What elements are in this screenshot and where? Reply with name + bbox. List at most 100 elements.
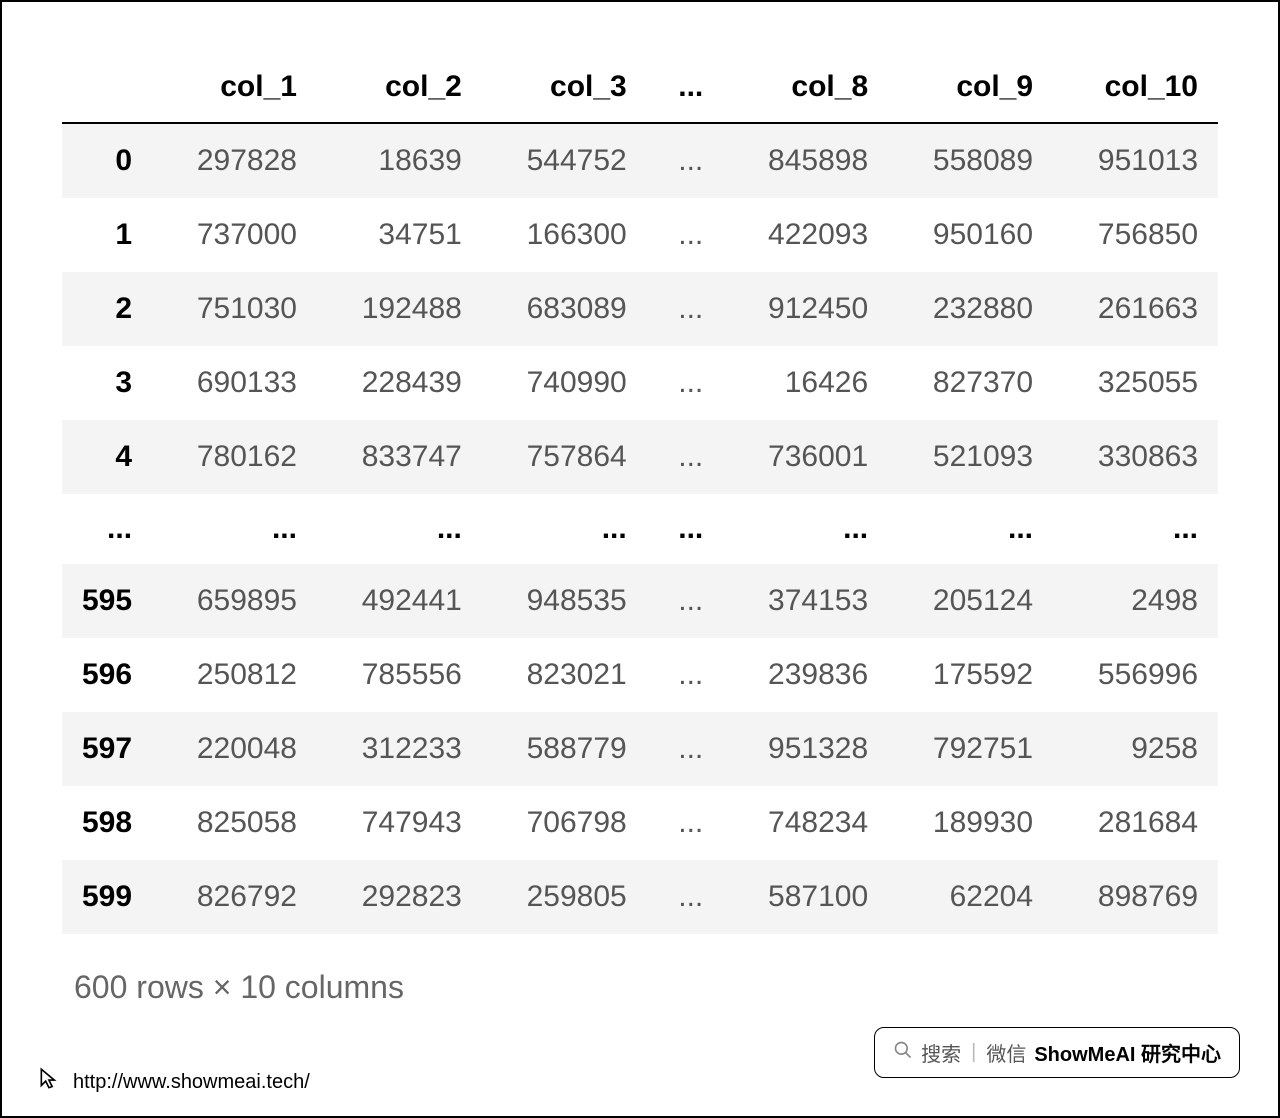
table-cell: 588779 <box>482 712 647 786</box>
table-cell: ... <box>647 420 724 494</box>
column-header: col_2 <box>317 52 482 123</box>
table-cell: ... <box>152 494 317 564</box>
row-index: 2 <box>62 272 152 346</box>
table-cell: 833747 <box>317 420 482 494</box>
table-cell: 175592 <box>888 638 1053 712</box>
table-row: 597220048312233588779...9513287927519258 <box>62 712 1218 786</box>
table-cell: 312233 <box>317 712 482 786</box>
table-cell: ... <box>647 346 724 420</box>
table-cell: 292823 <box>317 860 482 934</box>
table-row: 029782818639544752...845898558089951013 <box>62 123 1218 198</box>
table-cell: 422093 <box>723 198 888 272</box>
table-cell: 374153 <box>723 564 888 638</box>
table-cell: 330863 <box>1053 420 1218 494</box>
table-cell: 757864 <box>482 420 647 494</box>
table-cell: 189930 <box>888 786 1053 860</box>
table-cell: 239836 <box>723 638 888 712</box>
table-cell: 232880 <box>888 272 1053 346</box>
table-cell: 587100 <box>723 860 888 934</box>
table-cell: ... <box>647 860 724 934</box>
table-row: 599826792292823259805...5871006220489876… <box>62 860 1218 934</box>
table-cell: 192488 <box>317 272 482 346</box>
table-cell: 544752 <box>482 123 647 198</box>
table-cell: 521093 <box>888 420 1053 494</box>
table-cell: ... <box>647 638 724 712</box>
table-cell: ... <box>647 564 724 638</box>
table-cell: 556996 <box>1053 638 1218 712</box>
table-cell: 736001 <box>723 420 888 494</box>
table-row: 3690133228439740990...16426827370325055 <box>62 346 1218 420</box>
column-header: ... <box>647 52 724 123</box>
badge-divider: | <box>971 1041 976 1064</box>
table-cell: 259805 <box>482 860 647 934</box>
table-cell: 898769 <box>1053 860 1218 934</box>
column-header: col_9 <box>888 52 1053 123</box>
table-cell: 9258 <box>1053 712 1218 786</box>
table-cell: ... <box>647 123 724 198</box>
row-index: 3 <box>62 346 152 420</box>
table-row: 173700034751166300...422093950160756850 <box>62 198 1218 272</box>
cursor-icon <box>37 1066 63 1098</box>
table-cell: 690133 <box>152 346 317 420</box>
badge-wechat-label: 微信 <box>986 1038 1026 1067</box>
table-cell: 792751 <box>888 712 1053 786</box>
table-row: 2751030192488683089...912450232880261663 <box>62 272 1218 346</box>
table-cell: ... <box>723 494 888 564</box>
table-cell: 34751 <box>317 198 482 272</box>
table-cell: ... <box>647 494 724 564</box>
table-cell: 737000 <box>152 198 317 272</box>
row-index: 4 <box>62 420 152 494</box>
table-cell: 2498 <box>1053 564 1218 638</box>
search-badge[interactable]: 搜索 | 微信 ShowMeAI 研究中心 <box>874 1027 1240 1078</box>
badge-search-label: 搜索 <box>921 1038 961 1067</box>
table-cell: 250812 <box>152 638 317 712</box>
table-cell: ... <box>647 712 724 786</box>
table-cell: 261663 <box>1053 272 1218 346</box>
table-cell: 948535 <box>482 564 647 638</box>
table-cell: 748234 <box>723 786 888 860</box>
table-cell: 228439 <box>317 346 482 420</box>
table-cell: 659895 <box>152 564 317 638</box>
table-cell: 220048 <box>152 712 317 786</box>
footer-link[interactable]: http://www.showmeai.tech/ <box>37 1066 310 1098</box>
table-cell: 62204 <box>888 860 1053 934</box>
table-cell: ... <box>647 786 724 860</box>
table-cell: 16426 <box>723 346 888 420</box>
table-cell: 492441 <box>317 564 482 638</box>
table-header-row: col_1 col_2 col_3 ... col_8 col_9 col_10 <box>62 52 1218 123</box>
table-cell: 827370 <box>888 346 1053 420</box>
row-index: 595 <box>62 564 152 638</box>
table-cell: 18639 <box>317 123 482 198</box>
table-row: 598825058747943706798...7482341899302816… <box>62 786 1218 860</box>
table-cell: 912450 <box>723 272 888 346</box>
column-header: col_1 <box>152 52 317 123</box>
column-header: col_10 <box>1053 52 1218 123</box>
dataframe-shape: 600 rows × 10 columns <box>74 969 1218 1006</box>
badge-brand: ShowMeAI 研究中心 <box>1034 1038 1221 1067</box>
table-cell: ... <box>888 494 1053 564</box>
table-cell: ... <box>1053 494 1218 564</box>
table-row: 596250812785556823021...2398361755925569… <box>62 638 1218 712</box>
table-cell: 706798 <box>482 786 647 860</box>
table-cell: 951328 <box>723 712 888 786</box>
row-index: ... <box>62 494 152 564</box>
column-header: col_3 <box>482 52 647 123</box>
row-index: 598 <box>62 786 152 860</box>
table-cell: 205124 <box>888 564 1053 638</box>
table-row: 4780162833747757864...736001521093330863 <box>62 420 1218 494</box>
table-cell: 281684 <box>1053 786 1218 860</box>
row-index: 1 <box>62 198 152 272</box>
table-cell: 297828 <box>152 123 317 198</box>
table-cell: ... <box>482 494 647 564</box>
table-cell: 325055 <box>1053 346 1218 420</box>
table-cell: ... <box>647 198 724 272</box>
table-row: ........................ <box>62 494 1218 564</box>
table-cell: 780162 <box>152 420 317 494</box>
table-cell: 951013 <box>1053 123 1218 198</box>
row-index: 0 <box>62 123 152 198</box>
table-cell: 823021 <box>482 638 647 712</box>
table-cell: 740990 <box>482 346 647 420</box>
row-index: 599 <box>62 860 152 934</box>
row-index: 597 <box>62 712 152 786</box>
table-cell: 751030 <box>152 272 317 346</box>
